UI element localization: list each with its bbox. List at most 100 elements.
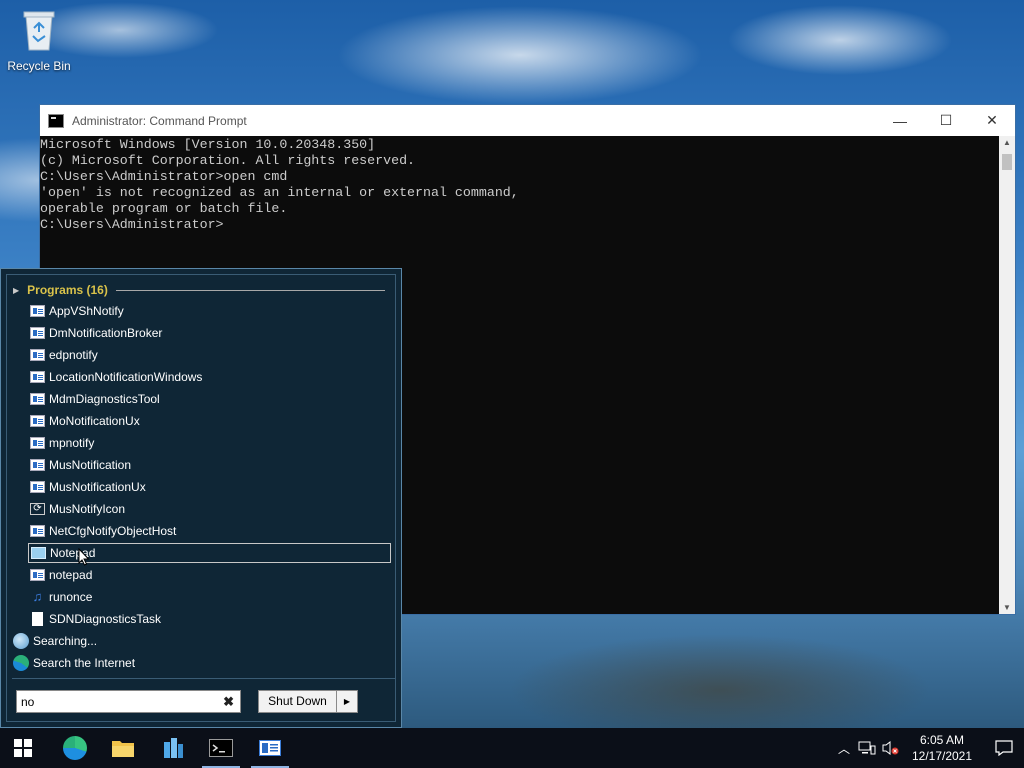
program-label: DmNotificationBroker — [49, 326, 163, 340]
console-line: 'open' is not recognized as an internal … — [40, 185, 519, 200]
app-window-icon — [30, 569, 45, 581]
taskbar-app[interactable] — [247, 728, 293, 768]
search-field[interactable]: ✖ — [16, 690, 241, 713]
program-label: MusNotification — [49, 458, 132, 472]
app-window-icon — [30, 327, 45, 339]
program-label: AppVShNotify — [49, 304, 124, 318]
app-window-icon — [30, 437, 45, 449]
searching-status: Searching... — [13, 631, 97, 651]
app-window-icon — [30, 349, 45, 361]
console-line: C:\Users\Administrator>open cmd — [40, 169, 288, 184]
clock-time: 6:05 AM — [919, 733, 965, 747]
program-label: SDNDiagnosticsTask — [49, 612, 162, 626]
searching-icon — [13, 633, 29, 649]
sync-icon: ⟳ — [30, 503, 45, 515]
edge-icon — [63, 736, 87, 760]
program-label: MusNotificationUx — [49, 480, 146, 494]
programs-header[interactable]: ▶ Programs (16) — [13, 283, 385, 297]
window-title: Administrator: Command Prompt — [72, 113, 247, 128]
divider — [12, 678, 396, 679]
app-window-icon — [30, 459, 45, 471]
recycle-bin-label: Recycle Bin — [7, 59, 71, 73]
command-prompt-icon — [209, 739, 233, 757]
title-bar[interactable]: Administrator: Command Prompt — ☐ ✕ — [40, 105, 1015, 136]
volume-muted-icon[interactable] — [882, 740, 900, 756]
close-button[interactable]: ✕ — [969, 105, 1015, 136]
scroll-down-icon[interactable]: ▼ — [999, 603, 1015, 612]
program-item[interactable]: DmNotificationBroker — [28, 323, 391, 343]
recycle-bin[interactable]: Recycle Bin — [4, 6, 74, 73]
network-icon[interactable] — [858, 740, 876, 756]
program-item[interactable]: mpnotify — [28, 433, 391, 453]
clock-date: 12/17/2021 — [911, 749, 973, 763]
program-label: runonce — [49, 590, 93, 604]
app-window-icon — [30, 481, 45, 493]
program-item[interactable]: MoNotificationUx — [28, 411, 391, 431]
program-item[interactable]: SDNDiagnosticsTask — [28, 609, 391, 629]
program-item[interactable]: MusNotificationUx — [28, 477, 391, 497]
taskbar-server-manager[interactable] — [150, 728, 196, 768]
program-item[interactable]: ♫ runonce — [28, 587, 391, 607]
program-item[interactable]: MdmDiagnosticsTool — [28, 389, 391, 409]
start-button[interactable] — [0, 728, 46, 768]
program-label: NetCfgNotifyObjectHost — [49, 524, 177, 538]
program-item[interactable]: edpnotify — [28, 345, 391, 365]
search-input[interactable] — [17, 694, 211, 709]
app-window-icon — [30, 393, 45, 405]
program-item[interactable]: NetCfgNotifyObjectHost — [28, 521, 391, 541]
program-item[interactable]: ⟳ MusNotifyIcon — [28, 499, 391, 519]
action-center-button[interactable] — [984, 728, 1024, 768]
console-line: Microsoft Windows [Version 10.0.20348.35… — [40, 137, 376, 152]
program-label: LocationNotificationWindows — [49, 370, 203, 384]
searching-label: Searching... — [33, 634, 98, 648]
program-label: mpnotify — [49, 436, 95, 450]
taskbar: ︿ 6:05 AM 12/17/2021 — [0, 728, 1024, 768]
console-line: (c) Microsoft Corporation. All rights re… — [40, 153, 416, 168]
shut-down-button[interactable]: Shut Down — [258, 690, 337, 713]
console-line: operable program or batch file. — [40, 201, 288, 216]
start-icon — [14, 739, 32, 757]
program-item[interactable]: AppVShNotify — [28, 301, 391, 321]
app-window-icon — [30, 525, 45, 537]
maximize-button[interactable]: ☐ — [923, 105, 969, 136]
document-icon — [32, 612, 43, 626]
scroll-thumb[interactable] — [1002, 154, 1012, 170]
scroll-up-icon[interactable]: ▲ — [999, 138, 1015, 147]
server-manager-icon — [164, 738, 183, 758]
recycle-bin-icon — [23, 11, 55, 51]
notepad-icon — [31, 547, 46, 559]
program-label: edpnotify — [49, 348, 98, 362]
programs-header-label: Programs (16) — [27, 283, 108, 297]
app-window-icon — [259, 740, 281, 756]
search-internet-link[interactable]: Search the Internet — [13, 653, 135, 673]
app-window-icon — [30, 371, 45, 383]
app-window-icon — [30, 305, 45, 317]
edge-icon — [13, 655, 29, 671]
vertical-scrollbar[interactable]: ▲ ▼ — [999, 136, 1015, 614]
app-window-icon — [30, 415, 45, 427]
program-label: MusNotifyIcon — [49, 502, 126, 516]
program-label: notepad — [49, 568, 93, 582]
taskbar-command-prompt[interactable] — [198, 728, 244, 768]
music-note-icon: ♫ — [32, 589, 43, 604]
taskbar-edge[interactable] — [52, 728, 98, 768]
taskbar-file-explorer[interactable] — [100, 728, 146, 768]
program-label: MdmDiagnosticsTool — [49, 392, 160, 406]
show-hidden-icons-icon[interactable]: ︿ — [838, 740, 850, 757]
minimize-button[interactable]: — — [877, 105, 923, 136]
program-item[interactable]: MusNotification — [28, 455, 391, 475]
search-internet-label: Search the Internet — [33, 656, 136, 670]
divider — [115, 289, 385, 291]
program-label: MoNotificationUx — [49, 414, 140, 428]
shut-down-options-icon[interactable]: ▶ — [337, 690, 358, 713]
expand-arrow-icon[interactable]: ▶ — [13, 286, 19, 295]
command-prompt-icon — [48, 113, 64, 128]
program-item[interactable]: notepad — [28, 565, 391, 585]
notification-icon — [995, 740, 1013, 756]
clock[interactable]: 6:05 AM 12/17/2021 — [906, 732, 978, 764]
system-tray: ︿ — [838, 728, 900, 768]
program-item[interactable]: LocationNotificationWindows — [28, 367, 391, 387]
file-explorer-icon — [112, 741, 134, 757]
clear-search-icon[interactable]: ✖ — [223, 694, 234, 710]
mouse-cursor-icon — [78, 548, 90, 566]
